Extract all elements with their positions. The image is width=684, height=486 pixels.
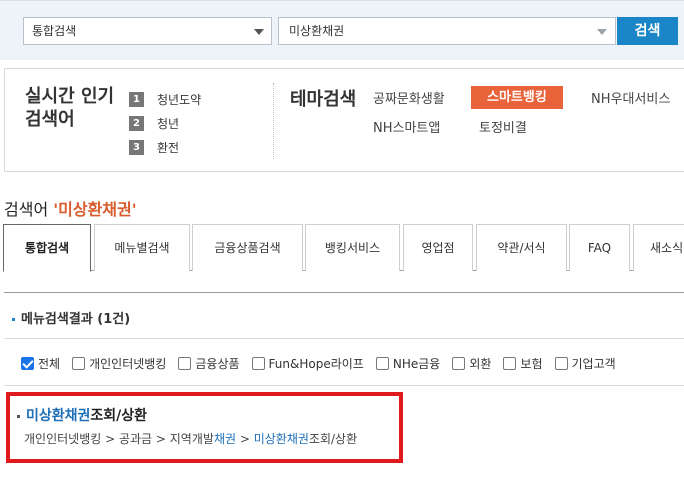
search-scope-select[interactable]: 통합검색 [23,17,272,45]
rank-badge: 1 [129,91,144,107]
result-breadcrumb: 개인인터넷뱅킹 > 공과금 > 지역개발채권 > 미상환채권조회/상환 [24,432,358,446]
checkbox-icon[interactable] [375,357,389,370]
result-tabs: 통합검색 메뉴별검색 금융상품검색 뱅킹서비스 영업점 약관/서식 FAQ 새소… [3,224,684,272]
checkbox-icon[interactable] [72,357,86,370]
tab-news[interactable]: 새소식 [633,224,684,271]
tab-faq[interactable]: FAQ [569,224,630,271]
popular-search-panel: 실시간 인기 검색어 1 청년도약 2 청년 3 환전 테마검색 공짜문화생활 … [4,68,684,172]
tab-branch[interactable]: 영업점 [403,224,473,271]
bullet-icon [17,414,20,418]
checkbox-icon[interactable] [178,357,192,370]
result-filters: 전체 개인인터넷뱅킹 금융상품 Fun&Hope라이프 NHe금융 외환 보험 … [21,355,628,372]
search-input[interactable]: 미상환채권 [278,17,616,45]
popular-rank-item[interactable]: 1 청년도약 [129,87,201,111]
result-link[interactable]: 미상환채권조회/상환 [17,405,147,425]
popular-rank-item[interactable]: 3 환전 [129,135,201,159]
theme-item-active[interactable]: 스마트뱅킹 [471,86,563,109]
popular-rank-list: 1 청년도약 2 청년 3 환전 [129,87,201,159]
search-query-value: 미상환채권 [289,24,345,38]
checkbox-icon[interactable] [452,357,466,370]
rank-badge: 2 [129,115,144,131]
filter-financial-products[interactable]: 금융상품 [178,355,240,372]
theme-item[interactable]: 공짜문화생활 [373,88,445,107]
search-result-item: 미상환채권조회/상환 개인인터넷뱅킹 > 공과금 > 지역개발채권 > 미상환채… [6,392,403,463]
rank-keyword[interactable]: 청년도약 [157,91,201,108]
rank-badge: 3 [129,139,144,155]
filter-foreign-exchange[interactable]: 외환 [452,355,491,372]
tab-menu[interactable]: 메뉴별검색 [94,224,190,271]
filter-fun-hope-life[interactable]: Fun&Hope라이프 [251,355,364,372]
theme-item[interactable]: NH우대서비스 [591,88,670,107]
section-divider [273,83,274,159]
theme-search-title: 테마검색 [290,89,357,110]
checkbox-icon[interactable] [554,357,568,370]
filter-nhe-finance[interactable]: NHe금융 [375,355,440,372]
tab-integrated[interactable]: 통합검색 [3,224,91,272]
search-button[interactable]: 검색 [617,17,678,45]
checkbox-icon[interactable] [503,357,517,370]
filter-insurance[interactable]: 보험 [503,355,543,372]
theme-item[interactable]: NH스마트앱 [373,117,440,136]
rank-keyword[interactable]: 청년 [157,115,179,132]
rank-keyword[interactable]: 환전 [157,139,179,156]
checkbox-checked-icon[interactable] [21,357,34,370]
tab-terms[interactable]: 약관/서식 [476,224,567,271]
menu-result-title: 메뉴검색결과 (1건) [12,308,130,327]
divider [4,385,684,386]
filter-all[interactable]: 전체 [21,355,60,372]
chevron-down-icon [597,29,607,35]
search-keyword: '미상환채권' [53,200,137,219]
checkbox-icon[interactable] [251,357,265,370]
bullet-icon [12,318,15,321]
tab-products[interactable]: 금융상품검색 [192,224,303,271]
search-keyword-line: 검색어 '미상환채권' [4,200,137,219]
chevron-down-icon [254,29,264,35]
filter-corporate[interactable]: 기업고객 [554,355,616,372]
search-bar: 통합검색 미상환채권 검색 [0,0,684,60]
theme-item[interactable]: 토정비결 [479,117,527,136]
search-scope-value: 통합검색 [32,24,77,38]
tab-banking[interactable]: 뱅킹서비스 [305,224,400,271]
divider [4,338,684,339]
popular-rank-item[interactable]: 2 청년 [129,111,201,135]
filter-personal-banking[interactable]: 개인인터넷뱅킹 [72,355,166,372]
popular-search-title: 실시간 인기 검색어 [25,86,115,130]
